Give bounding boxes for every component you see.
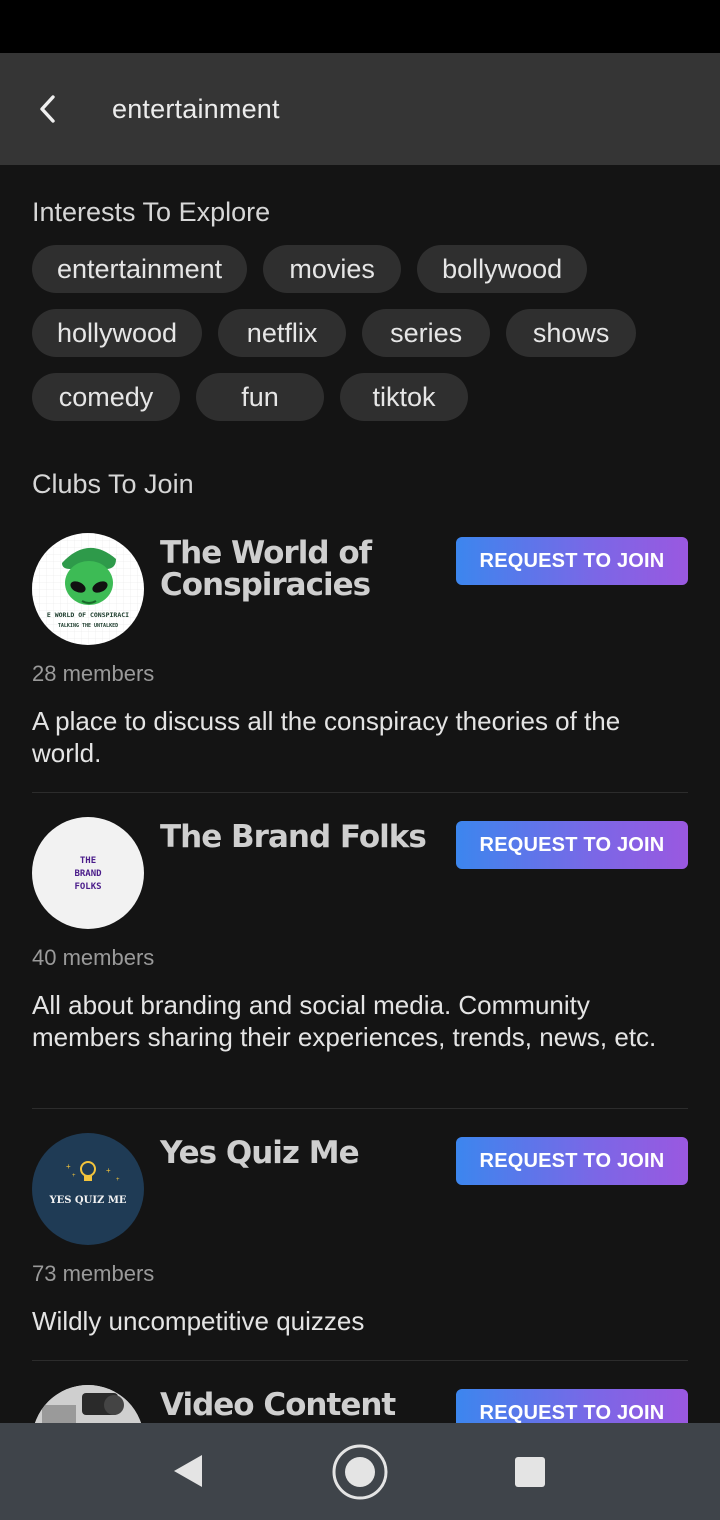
club-name[interactable]: The World of Conspiracies — [160, 537, 460, 601]
content-scroll[interactable]: Interests To Explore entertainment movie… — [0, 165, 720, 1423]
square-recents-icon — [515, 1457, 545, 1487]
club-name[interactable]: The Brand Folks — [160, 821, 460, 853]
club-card: Video Content REQUEST TO JOIN — [32, 1385, 688, 1423]
interest-chip[interactable]: netflix — [218, 309, 347, 357]
club-logo-text: THE — [80, 856, 96, 866]
club-logo-text: BRAND — [74, 869, 102, 879]
svg-text:+: + — [72, 1173, 76, 1179]
club-logo-text: E WORLD OF CONSPIRACI — [47, 611, 129, 619]
screen: entertainment Interests To Explore enter… — [0, 0, 720, 1520]
brand-folks-logo-icon: THE BRAND FOLKS — [74, 856, 102, 892]
club-members: 28 members — [32, 661, 155, 686]
club-members: 73 members — [32, 1261, 155, 1286]
system-nav-bar — [0, 1423, 720, 1520]
circle-home-icon — [332, 1444, 388, 1500]
alien-logo-icon: E WORLD OF CONSPIRACI TALKING THE UNTALK… — [32, 533, 144, 645]
chip-row: entertainment movies bollywood — [32, 245, 692, 293]
request-to-join-button[interactable]: REQUEST TO JOIN — [456, 1389, 688, 1423]
clubs-section-title: Clubs To Join — [32, 469, 194, 499]
lightbulb-logo-icon: + + + + YES QUIZ ME — [48, 1161, 127, 1206]
svg-text:+: + — [66, 1162, 71, 1171]
request-to-join-button[interactable]: REQUEST TO JOIN — [456, 821, 688, 869]
club-logo[interactable]: E WORLD OF CONSPIRACI TALKING THE UNTALK… — [32, 533, 144, 645]
club-description: All about branding and social media. Com… — [32, 990, 657, 1052]
club-card: E WORLD OF CONSPIRACI TALKING THE UNTALK… — [32, 533, 688, 797]
chip-row: comedy fun tiktok — [32, 373, 692, 421]
svg-text:+: + — [116, 1177, 120, 1183]
interest-chip[interactable]: series — [362, 309, 491, 357]
club-logo-text: YES QUIZ ME — [48, 1195, 126, 1206]
club-logo[interactable]: THE BRAND FOLKS — [32, 817, 144, 929]
divider — [32, 1360, 688, 1361]
camera-logo-icon — [32, 1385, 144, 1423]
divider — [32, 792, 688, 793]
club-logo[interactable] — [32, 1385, 144, 1423]
club-name[interactable]: Yes Quiz Me — [160, 1137, 460, 1169]
club-description: A place to discuss all the conspiracy th… — [32, 706, 621, 768]
interest-chip[interactable]: shows — [506, 309, 637, 357]
app-bar: entertainment — [0, 53, 720, 165]
interest-chip[interactable]: movies — [263, 245, 402, 293]
chip-row: hollywood netflix series shows — [32, 309, 692, 357]
club-logo-text: TALKING THE UNTALKED — [58, 623, 118, 629]
club-members: 40 members — [32, 945, 155, 970]
interest-chip[interactable]: comedy — [32, 373, 180, 421]
club-logo[interactable]: + + + + YES QUIZ ME — [32, 1133, 144, 1245]
status-bar — [0, 0, 720, 53]
club-description: Wildly uncompetitive quizzes — [32, 1306, 365, 1336]
nav-back-button[interactable] — [170, 1453, 206, 1489]
interest-chips: entertainment movies bollywood hollywood… — [32, 245, 692, 437]
request-to-join-button[interactable]: REQUEST TO JOIN — [456, 537, 688, 585]
interest-chip[interactable]: entertainment — [32, 245, 248, 293]
svg-text:+: + — [106, 1166, 111, 1175]
club-card: + + + + YES QUIZ ME Yes Quiz Me REQUEST … — [32, 1133, 688, 1365]
request-to-join-button[interactable]: REQUEST TO JOIN — [456, 1137, 688, 1185]
interest-chip[interactable]: bollywood — [417, 245, 588, 293]
divider — [32, 1108, 688, 1109]
page-title: entertainment — [112, 94, 280, 124]
club-logo-text: FOLKS — [74, 882, 101, 892]
club-card: THE BRAND FOLKS The Brand Folks REQUEST … — [32, 817, 688, 1117]
nav-recents-button[interactable] — [513, 1455, 547, 1489]
nav-home-button[interactable] — [331, 1443, 389, 1501]
interest-chip[interactable]: hollywood — [32, 309, 203, 357]
interest-chip[interactable]: tiktok — [340, 373, 468, 421]
interest-chip[interactable]: fun — [196, 373, 324, 421]
interests-section-title: Interests To Explore — [32, 197, 271, 227]
back-button[interactable] — [30, 91, 66, 127]
chevron-left-icon — [40, 95, 55, 123]
triangle-back-icon — [174, 1455, 202, 1487]
club-name[interactable]: Video Content — [160, 1389, 460, 1421]
